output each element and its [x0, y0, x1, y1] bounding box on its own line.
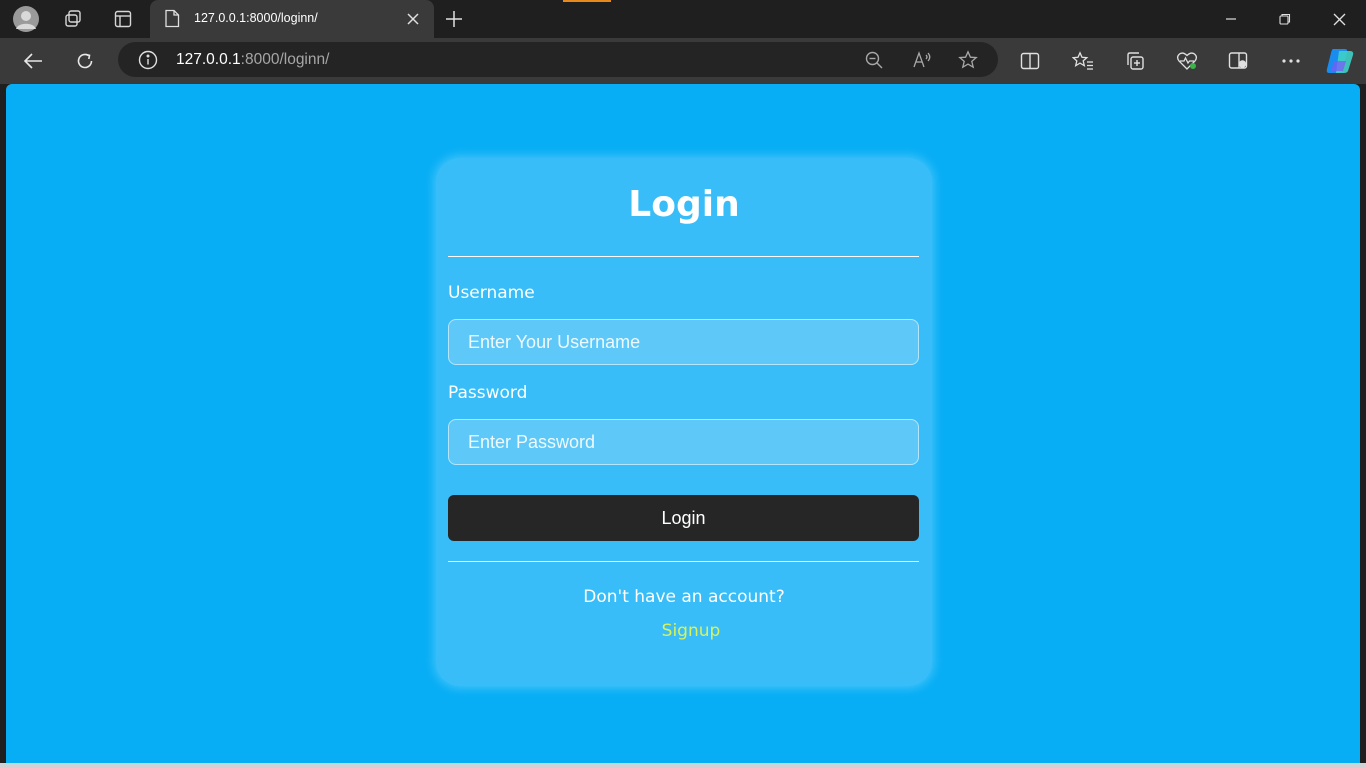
refresh-icon[interactable]	[69, 46, 101, 76]
page-icon	[164, 9, 180, 32]
password-input[interactable]	[448, 419, 919, 465]
site-info-icon[interactable]	[138, 50, 158, 74]
login-button[interactable]: Login	[448, 495, 919, 541]
window-bottom-edge	[0, 763, 1366, 768]
split-screen-icon[interactable]	[1014, 46, 1046, 76]
vertical-tabs-icon[interactable]	[108, 4, 138, 34]
address-bar[interactable]: 127.0.0.1:8000/loginn/	[118, 42, 998, 77]
favorite-star-icon[interactable]	[955, 47, 981, 73]
copilot-icon[interactable]	[1324, 46, 1356, 76]
browser-essentials-icon[interactable]	[1171, 46, 1203, 76]
tab-title: 127.0.0.1:8000/loginn/	[194, 11, 318, 25]
url-host: 127.0.0.1	[176, 51, 241, 68]
signup-link[interactable]: Signup	[436, 621, 932, 641]
address-url[interactable]: 127.0.0.1:8000/loginn/	[176, 51, 329, 69]
password-label: Password	[448, 383, 528, 403]
login-title: Login	[628, 184, 740, 225]
sidebar-panel-icon[interactable]	[1222, 46, 1254, 76]
collections-icon[interactable]	[1119, 46, 1151, 76]
browser-toolbar: 127.0.0.1:8000/loginn/	[0, 38, 1366, 84]
login-card: Login Username Password Login Don't have…	[436, 158, 932, 686]
profile-avatar-icon[interactable]	[11, 4, 41, 34]
favorites-icon[interactable]	[1067, 46, 1099, 76]
tab-close-icon[interactable]	[406, 11, 420, 30]
title-divider	[448, 256, 919, 257]
back-arrow-icon[interactable]	[17, 46, 49, 76]
tab-strip-accent	[563, 0, 611, 2]
zoom-out-icon[interactable]	[861, 47, 887, 73]
restore-icon[interactable]	[1258, 0, 1312, 38]
active-tab[interactable]: 127.0.0.1:8000/loginn/	[150, 0, 434, 38]
username-label: Username	[448, 283, 535, 303]
footer-divider	[448, 561, 919, 562]
username-input[interactable]	[448, 319, 919, 365]
close-window-icon[interactable]	[1312, 0, 1366, 38]
new-tab-icon[interactable]	[439, 4, 469, 34]
no-account-text: Don't have an account?	[583, 587, 785, 607]
workspaces-icon[interactable]	[58, 4, 88, 34]
url-path: :8000/loginn/	[240, 51, 330, 68]
minimize-icon[interactable]	[1204, 0, 1258, 38]
browser-titlebar: 127.0.0.1:8000/loginn/	[0, 0, 1366, 38]
more-options-icon[interactable]	[1275, 46, 1307, 76]
page-viewport: Login Username Password Login Don't have…	[6, 84, 1360, 763]
read-aloud-icon[interactable]	[909, 47, 935, 73]
